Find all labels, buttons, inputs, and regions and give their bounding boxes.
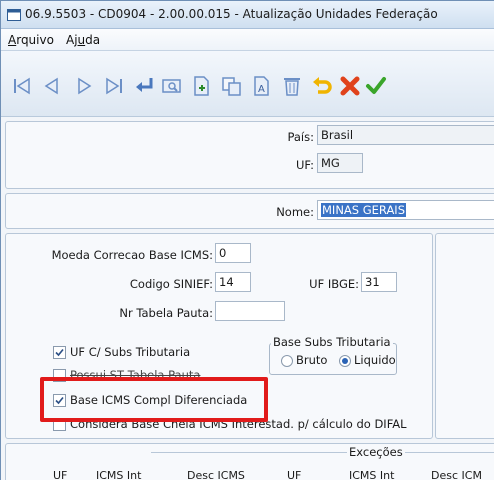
check-icon	[55, 348, 64, 357]
menu-arquivo-key: A	[8, 33, 17, 47]
uf-field[interactable]: MG	[317, 153, 363, 173]
col-icms-int-2[interactable]: ICMS Int	[349, 469, 394, 480]
window-icon	[7, 9, 21, 21]
siniefe-field[interactable]: 14	[215, 272, 251, 292]
menu-ajuda[interactable]: Ajuda	[66, 33, 100, 47]
menu-ajuda-post: da	[85, 33, 101, 47]
next-record-icon[interactable]	[73, 75, 95, 97]
pais-field[interactable]: Brasil	[317, 125, 494, 145]
ibge-label: UF IBGE:	[309, 277, 359, 291]
toolbar: A	[1, 51, 494, 117]
radio-bruto-label: Bruto	[296, 353, 328, 367]
app-window: 06.9.5503 - CD0904 - 2.00.00.015 - Atual…	[0, 0, 494, 480]
confirm-icon[interactable]	[365, 75, 387, 97]
first-record-icon[interactable]	[11, 75, 33, 97]
col-uf-2[interactable]: UF	[287, 469, 301, 480]
new-icon[interactable]	[191, 75, 213, 97]
side-panel	[435, 233, 494, 439]
radio-liquido-label: Liquido	[354, 353, 396, 367]
siniefe-label: Codigo SINIEF:	[129, 277, 213, 291]
menu-arquivo-label: rquivo	[16, 33, 54, 47]
col-desc-icms-2[interactable]: Desc ICM	[431, 469, 482, 480]
radio-bruto[interactable]	[281, 355, 293, 367]
nome-value: MINAS GERAIS	[321, 203, 406, 217]
pauta-field[interactable]	[215, 301, 285, 321]
svg-text:A: A	[258, 84, 265, 95]
menu-bar: Arquivo Ajuda	[1, 29, 494, 51]
uf-subs-checkbox[interactable]	[53, 346, 66, 359]
prev-record-icon[interactable]	[41, 75, 63, 97]
radio-liquido[interactable]	[339, 355, 351, 367]
preview-icon[interactable]	[161, 75, 183, 97]
nome-label: Nome:	[276, 205, 314, 219]
menu-ajuda-key: u	[77, 33, 86, 47]
pais-label: País:	[287, 130, 314, 144]
moeda-label: Moeda Correcao Base ICMS:	[51, 248, 213, 262]
cancel-icon[interactable]	[339, 75, 361, 97]
menu-arquivo[interactable]: Arquivo	[8, 33, 54, 47]
title-bar: 06.9.5503 - CD0904 - 2.00.00.015 - Atual…	[1, 1, 494, 29]
col-desc-icms-1[interactable]: Desc ICMS	[187, 469, 245, 480]
excecoes-panel	[5, 443, 494, 480]
copy-icon[interactable]	[221, 75, 243, 97]
base-subs-title: Base Subs Tributaria	[271, 335, 393, 349]
col-icms-int-1[interactable]: ICMS Int	[96, 469, 141, 480]
excecoes-title: Exceções	[347, 445, 405, 459]
nome-field[interactable]: MINAS GERAIS	[317, 200, 494, 220]
undo-icon[interactable]	[311, 75, 333, 97]
pauta-label: Nr Tabela Pauta:	[119, 306, 213, 320]
last-record-icon[interactable]	[103, 75, 125, 97]
menu-ajuda-pre: Aj	[66, 33, 78, 47]
excecoes-divider	[151, 452, 494, 453]
uf-label: UF:	[295, 158, 314, 172]
return-icon[interactable]	[133, 75, 155, 97]
delete-icon[interactable]	[281, 75, 303, 97]
window-title: 06.9.5503 - CD0904 - 2.00.00.015 - Atual…	[25, 7, 438, 21]
ibge-field[interactable]: 31	[361, 272, 397, 292]
highlight-box	[40, 377, 268, 422]
moeda-field[interactable]: 0	[215, 243, 251, 263]
col-uf-1[interactable]: UF	[53, 469, 67, 480]
edit-icon[interactable]: A	[251, 75, 273, 97]
uf-subs-label: UF C/ Subs Tributaria	[70, 345, 191, 359]
